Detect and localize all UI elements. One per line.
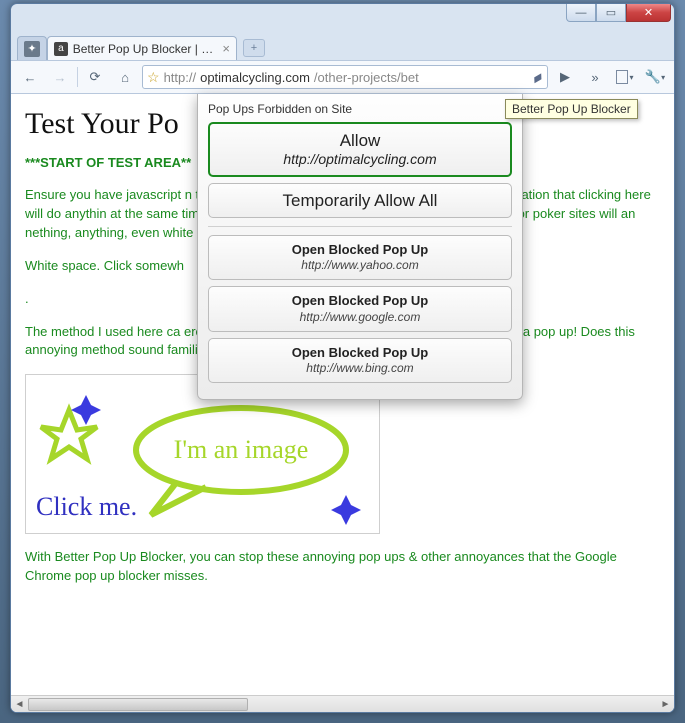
scroll-left-button[interactable]: ◄ — [11, 697, 28, 712]
content-area: Test Your Po ***START OF TEST AREA** Ens… — [11, 94, 674, 712]
click-me-text: Click me. — [36, 488, 137, 526]
home-button[interactable]: ⌂ — [112, 65, 138, 89]
open-blocked-popup-button[interactable]: Open Blocked Pop Up http://www.yahoo.com — [208, 235, 512, 280]
url-host: optimalcycling.com — [200, 70, 310, 85]
scroll-right-button[interactable]: ► — [657, 697, 674, 712]
overflow-button[interactable]: » — [582, 65, 608, 89]
blocked-label: Open Blocked Pop Up — [213, 293, 507, 309]
page-menu-button[interactable]: ▾ — [612, 65, 638, 89]
blocked-label: Open Blocked Pop Up — [213, 345, 507, 361]
tab-title: Better Pop Up Blocker | O... — [73, 42, 218, 56]
horizontal-scrollbar[interactable]: ◄ ► — [11, 695, 674, 712]
open-blocked-popup-button[interactable]: Open Blocked Pop Up http://www.google.co… — [208, 286, 512, 331]
forward-button[interactable]: → — [47, 65, 73, 89]
window-maximize-button[interactable]: ▭ — [596, 4, 626, 22]
window-minimize-button[interactable]: — — [566, 4, 596, 22]
allow-label: Allow — [214, 130, 506, 151]
temp-allow-label: Temporarily Allow All — [213, 190, 507, 211]
caret-icon: ▾ — [629, 73, 633, 82]
toolbar: ← → ⟳ ⌂ ☆ http://optimalcycling.com/othe… — [11, 60, 674, 94]
blocked-url: http://www.google.com — [213, 310, 507, 325]
popup-blocker-icon[interactable]: ▰ — [529, 67, 547, 87]
address-bar[interactable]: ☆ http://optimalcycling.com/other-projec… — [142, 65, 548, 89]
allow-site-button[interactable]: Allow http://optimalcycling.com — [208, 122, 512, 177]
puzzle-icon: ✦ — [24, 41, 40, 57]
browser-window: — ▭ ✕ ✦ a Better Pop Up Blocker | O... ×… — [10, 3, 675, 713]
caret-icon: ▾ — [661, 73, 665, 82]
url-path: /other-projects/bet — [314, 70, 419, 85]
wrench-icon: 🔧 — [645, 69, 661, 85]
go-button[interactable]: ▶ — [552, 65, 578, 89]
favicon-icon: a — [54, 42, 68, 56]
blocked-label: Open Blocked Pop Up — [213, 242, 507, 258]
page-tab[interactable]: a Better Pop Up Blocker | O... × — [47, 36, 237, 60]
url-scheme: http:// — [164, 70, 197, 85]
allow-site-url: http://optimalcycling.com — [214, 151, 506, 169]
tab-close-button[interactable]: × — [222, 41, 230, 56]
divider — [208, 226, 512, 227]
blocked-url: http://www.yahoo.com — [213, 258, 507, 273]
paragraph: With Better Pop Up Blocker, you can stop… — [25, 548, 660, 586]
tab-strip: ✦ a Better Pop Up Blocker | O... × + — [11, 32, 674, 60]
new-tab-button[interactable]: + — [243, 39, 265, 57]
titlebar: — ▭ ✕ — [11, 4, 674, 32]
window-close-button[interactable]: ✕ — [626, 4, 671, 22]
scroll-track[interactable] — [28, 697, 657, 712]
open-blocked-popup-button[interactable]: Open Blocked Pop Up http://www.bing.com — [208, 338, 512, 383]
reload-button[interactable]: ⟳ — [82, 65, 108, 89]
wrench-menu-button[interactable]: 🔧 ▾ — [642, 65, 668, 89]
blocked-url: http://www.bing.com — [213, 361, 507, 376]
svg-text:I'm an image: I'm an image — [174, 435, 309, 464]
extension-tooltip: Better Pop Up Blocker — [505, 99, 638, 119]
back-button[interactable]: ← — [17, 65, 43, 89]
popup-title: Pop Ups Forbidden on Site — [208, 102, 512, 116]
popup-blocker-panel: Pop Ups Forbidden on Site Allow http://o… — [197, 94, 523, 400]
temporarily-allow-all-button[interactable]: Temporarily Allow All — [208, 183, 512, 218]
scroll-thumb[interactable] — [28, 698, 248, 711]
separator — [77, 67, 78, 87]
extensions-tab[interactable]: ✦ — [17, 36, 47, 60]
bookmark-star-icon[interactable]: ☆ — [147, 69, 160, 86]
page-icon — [616, 70, 628, 84]
